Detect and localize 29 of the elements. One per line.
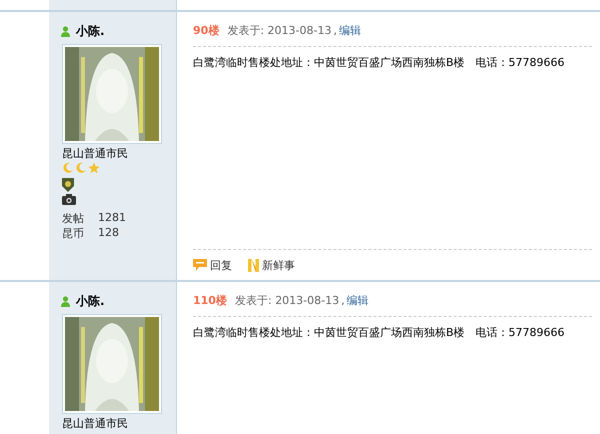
stat-value: 128 bbox=[98, 226, 119, 241]
user-rank: 昆山普通市民 bbox=[62, 417, 129, 430]
medal-icon bbox=[62, 178, 74, 192]
stat-label: 昆币 bbox=[62, 226, 85, 241]
separator-comma: , bbox=[341, 294, 345, 306]
edit-link[interactable]: 编辑 bbox=[346, 292, 369, 308]
post-date: 发表于: 2013-08-13 bbox=[234, 292, 340, 308]
username[interactable]: 小陈. bbox=[76, 22, 105, 40]
edit-link[interactable]: 编辑 bbox=[338, 22, 361, 38]
floor-number: 110楼 bbox=[193, 292, 227, 308]
separator-comma: , bbox=[333, 24, 337, 36]
speech-bubble-icon bbox=[193, 259, 207, 271]
news-link[interactable]: 新鲜事 bbox=[248, 258, 295, 272]
stat-label: 发帖 bbox=[62, 211, 85, 226]
user-icon bbox=[61, 296, 70, 306]
user-rank: 昆山普通市民 bbox=[62, 147, 129, 160]
post-body: 白鹭湾临时售楼处地址：中茵世贸百盛广场西南独栋B楼 电话：57789666 bbox=[193, 55, 566, 71]
moon-icon bbox=[75, 162, 87, 174]
star-icon bbox=[88, 162, 100, 174]
stat-value: 1281 bbox=[98, 211, 126, 226]
post-body: 白鹭湾临时售楼处地址：中茵世贸百盛广场西南独栋B楼 电话：57789666 bbox=[193, 325, 566, 341]
reply-link[interactable]: 回复 bbox=[193, 258, 232, 272]
post-date: 发表于: 2013-08-13 bbox=[227, 22, 332, 38]
camera-icon bbox=[62, 194, 76, 205]
floor-number: 90楼 bbox=[193, 22, 220, 38]
user-icon bbox=[61, 26, 70, 36]
news-icon bbox=[248, 258, 259, 272]
moon-icon bbox=[62, 162, 74, 174]
username[interactable]: 小陈. bbox=[76, 292, 105, 310]
